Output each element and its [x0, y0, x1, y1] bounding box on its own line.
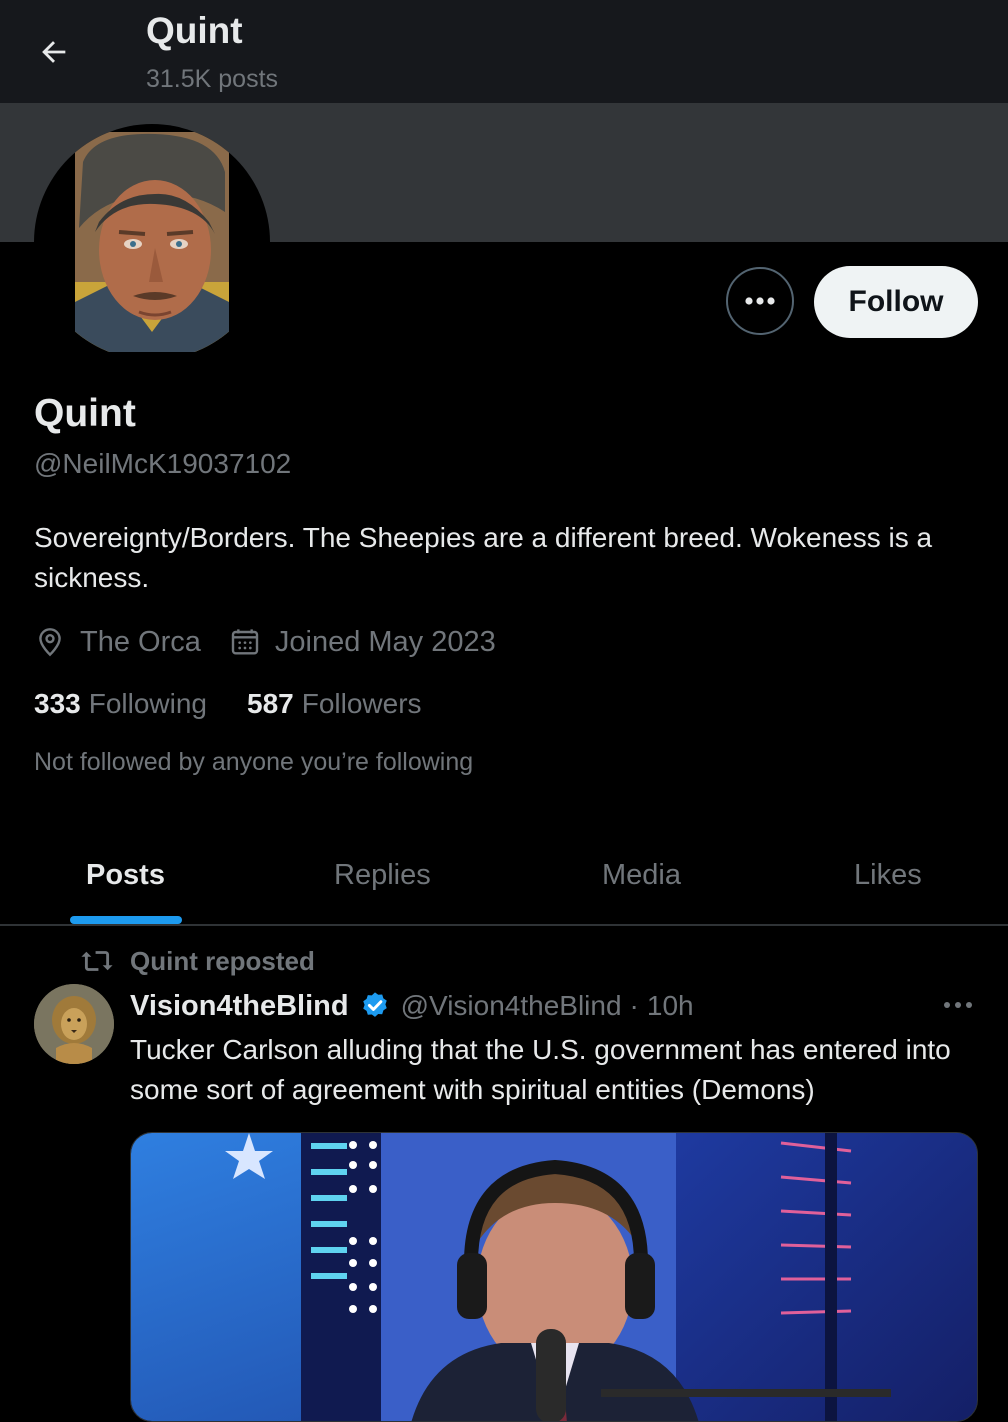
profile-location: The Orca: [34, 626, 201, 659]
followers-label: Followers: [301, 688, 422, 719]
repost-indicator: Quint reposted: [80, 944, 315, 978]
location-pin-icon: [39, 628, 61, 657]
profile-display-name: Quint: [34, 392, 136, 435]
profile-avatar[interactable]: [34, 124, 270, 360]
avatar-photo: [75, 132, 229, 352]
post-more-button[interactable]: [936, 990, 980, 1020]
tab-replies[interactable]: Replies: [334, 826, 431, 924]
repost-label: Quint reposted: [130, 945, 315, 976]
ellipsis-icon: [944, 1002, 972, 1008]
profile-joined: Joined May 2023: [229, 626, 496, 659]
not-followed-note: Not followed by anyone you’re following: [34, 748, 474, 776]
verified-badge-icon: [359, 990, 391, 1022]
profile-meta: The Orca Joined May 2023: [34, 620, 524, 664]
tab-likes[interactable]: Likes: [854, 826, 922, 924]
top-bar: Quint 31.5K posts: [0, 0, 1008, 103]
profile-handle: @NeilMcK19037102: [34, 448, 292, 479]
followers-count: 587: [247, 688, 294, 719]
tab-posts[interactable]: Posts: [86, 826, 165, 924]
post-text: Tucker Carlson alluding that the U.S. go…: [130, 1034, 951, 1105]
header-title: Quint: [146, 10, 243, 51]
profile-tabs: Posts Replies Media Likes: [0, 826, 1008, 926]
lion-avatar-image: [34, 984, 114, 1064]
following-label: Following: [88, 688, 207, 719]
post-video-thumbnail[interactable]: [130, 1132, 978, 1422]
ellipsis-icon: [745, 297, 775, 305]
video-frame-image: [131, 1133, 977, 1421]
post-timestamp[interactable]: 10h: [647, 990, 694, 1022]
followers-link[interactable]: 587 Followers: [247, 688, 422, 720]
back-button[interactable]: [30, 28, 78, 76]
more-options-button[interactable]: [726, 267, 794, 335]
post-author-name[interactable]: Vision4theBlind: [130, 990, 349, 1023]
following-count: 333: [34, 688, 81, 719]
arrow-left-icon: [42, 41, 66, 63]
post-author-handle[interactable]: @Vision4theBlind: [401, 990, 622, 1022]
repost-icon: [81, 951, 113, 971]
active-tab-indicator: [70, 916, 182, 924]
header-post-count: 31.5K posts: [146, 65, 279, 93]
following-link[interactable]: 333 Following: [34, 688, 207, 720]
post-separator: ·: [629, 990, 639, 1021]
calendar-icon: [231, 629, 259, 655]
tab-media[interactable]: Media: [602, 826, 681, 924]
post-header: Vision4theBlind @Vision4theBlind · 10h: [130, 984, 694, 1028]
joined-text: Joined May 2023: [274, 625, 496, 658]
post-author-avatar[interactable]: [34, 984, 114, 1064]
location-text: The Orca: [80, 625, 201, 658]
follow-button[interactable]: Follow: [814, 266, 978, 338]
profile-bio: Sovereignty/Borders. The Sheepies are a …: [34, 522, 933, 593]
follow-counts: 333 Following 587 Followers: [34, 688, 462, 720]
